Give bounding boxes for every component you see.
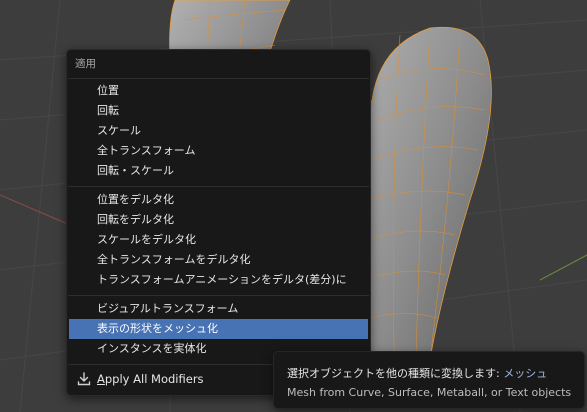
menu-item-scale[interactable]: スケール [69,121,368,141]
y-axis-line [539,254,587,281]
apply-all-modifiers-label: Apply All Modifiers [97,372,204,386]
menu-item-scale-to-deltas[interactable]: スケールをデルタ化 [69,230,368,250]
menu-item-rotation[interactable]: 回転 [69,101,368,121]
accelerator-key: A [97,372,105,386]
menu-separator [68,78,369,79]
menu-separator [68,295,369,296]
menu-item-all-transforms-to-deltas[interactable]: 全トランスフォームをデルタ化 [69,250,368,270]
tooltip-value: メッシュ [503,367,548,380]
tooltip: 選択オブジェクトを他の種類に変換します: メッシュ Mesh from Curv… [273,351,585,409]
menu-item-location-to-deltas[interactable]: 位置をデルタ化 [69,190,368,210]
x-axis-line [0,194,71,226]
apply-menu: 適用 位置 回転 スケール 全トランスフォーム 回転・スケール 位置をデルタ化 … [66,49,371,396]
menu-item-visual-transform[interactable]: ビジュアルトランスフォーム [69,299,368,319]
menu-item-animated-transforms-to-deltas[interactable]: トランスフォームアニメーションをデルタ(差分)に [69,270,368,290]
menu-item-location[interactable]: 位置 [69,81,368,101]
menu-item-visual-geometry-to-mesh[interactable]: 表示の形状をメッシュ化 [69,319,368,339]
menu-item-rotation-to-deltas[interactable]: 回転をデルタ化 [69,210,368,230]
download-arrow-icon [77,372,91,386]
menu-separator [68,186,369,187]
menu-title: 適用 [75,58,96,70]
tooltip-detail: Mesh from Curve, Surface, Metaball, or T… [287,386,572,399]
menu-item-rotation-scale[interactable]: 回転・スケール [69,161,368,181]
menu-item-all-transforms[interactable]: 全トランスフォーム [69,141,368,161]
tooltip-description: 選択オブジェクトを他の種類に変換します: メッシュ [287,367,548,380]
